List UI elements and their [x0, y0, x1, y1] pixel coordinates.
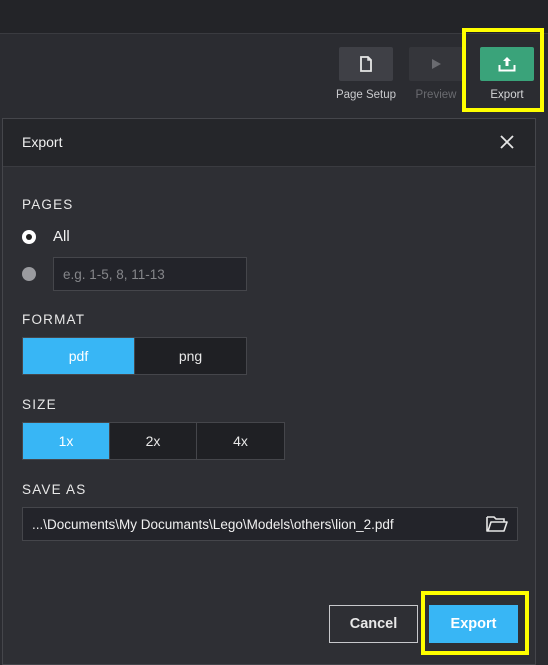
format-selector: pdf png [22, 337, 247, 375]
save-as-path: ...\Documents\My Documants\Lego\Models\o… [32, 517, 394, 532]
save-as-field[interactable]: ...\Documents\My Documants\Lego\Models\o… [22, 507, 518, 541]
export-toolbar-button[interactable]: Export [475, 47, 539, 107]
cancel-button[interactable]: Cancel [329, 605, 418, 643]
close-icon [500, 135, 514, 149]
export-button[interactable]: Export [429, 605, 518, 643]
pages-all-label: All [53, 228, 70, 245]
size-option-2x[interactable]: 2x [110, 423, 197, 459]
export-dialog: Export PAGES All FORMAT pdf png SIZE 1x … [2, 118, 536, 665]
toolbar: Page Setup Preview Export [0, 35, 548, 115]
title-bar [0, 0, 548, 34]
browse-folder-button[interactable] [485, 514, 509, 534]
page-setup-tile[interactable] [339, 47, 393, 81]
export-tile[interactable] [480, 47, 534, 81]
dialog-title: Export [22, 134, 63, 150]
preview-button[interactable]: Preview [404, 47, 468, 107]
size-option-1x[interactable]: 1x [23, 423, 110, 459]
size-section-label: SIZE [22, 397, 57, 412]
export-toolbar-label: Export [490, 89, 524, 101]
pages-section-label: PAGES [22, 197, 74, 212]
page-setup-button[interactable]: Page Setup [334, 47, 398, 107]
preview-tile[interactable] [409, 47, 463, 81]
page-setup-label: Page Setup [335, 89, 397, 101]
size-selector: 1x 2x 4x [22, 422, 285, 460]
pages-range-radio[interactable] [22, 267, 36, 281]
pages-all-radio[interactable] [22, 230, 36, 244]
upload-tray-icon [498, 57, 516, 72]
close-button[interactable] [497, 132, 517, 152]
format-option-png[interactable]: png [135, 338, 246, 374]
preview-label: Preview [415, 89, 457, 101]
play-icon [432, 59, 441, 69]
format-option-pdf[interactable]: pdf [23, 338, 135, 374]
format-section-label: FORMAT [22, 312, 86, 327]
save-as-section-label: SAVE AS [22, 482, 87, 497]
size-option-4x[interactable]: 4x [197, 423, 284, 459]
dialog-header: Export [3, 119, 535, 167]
page-icon [360, 56, 372, 72]
folder-open-icon [486, 516, 508, 532]
page-range-input[interactable] [53, 257, 247, 291]
